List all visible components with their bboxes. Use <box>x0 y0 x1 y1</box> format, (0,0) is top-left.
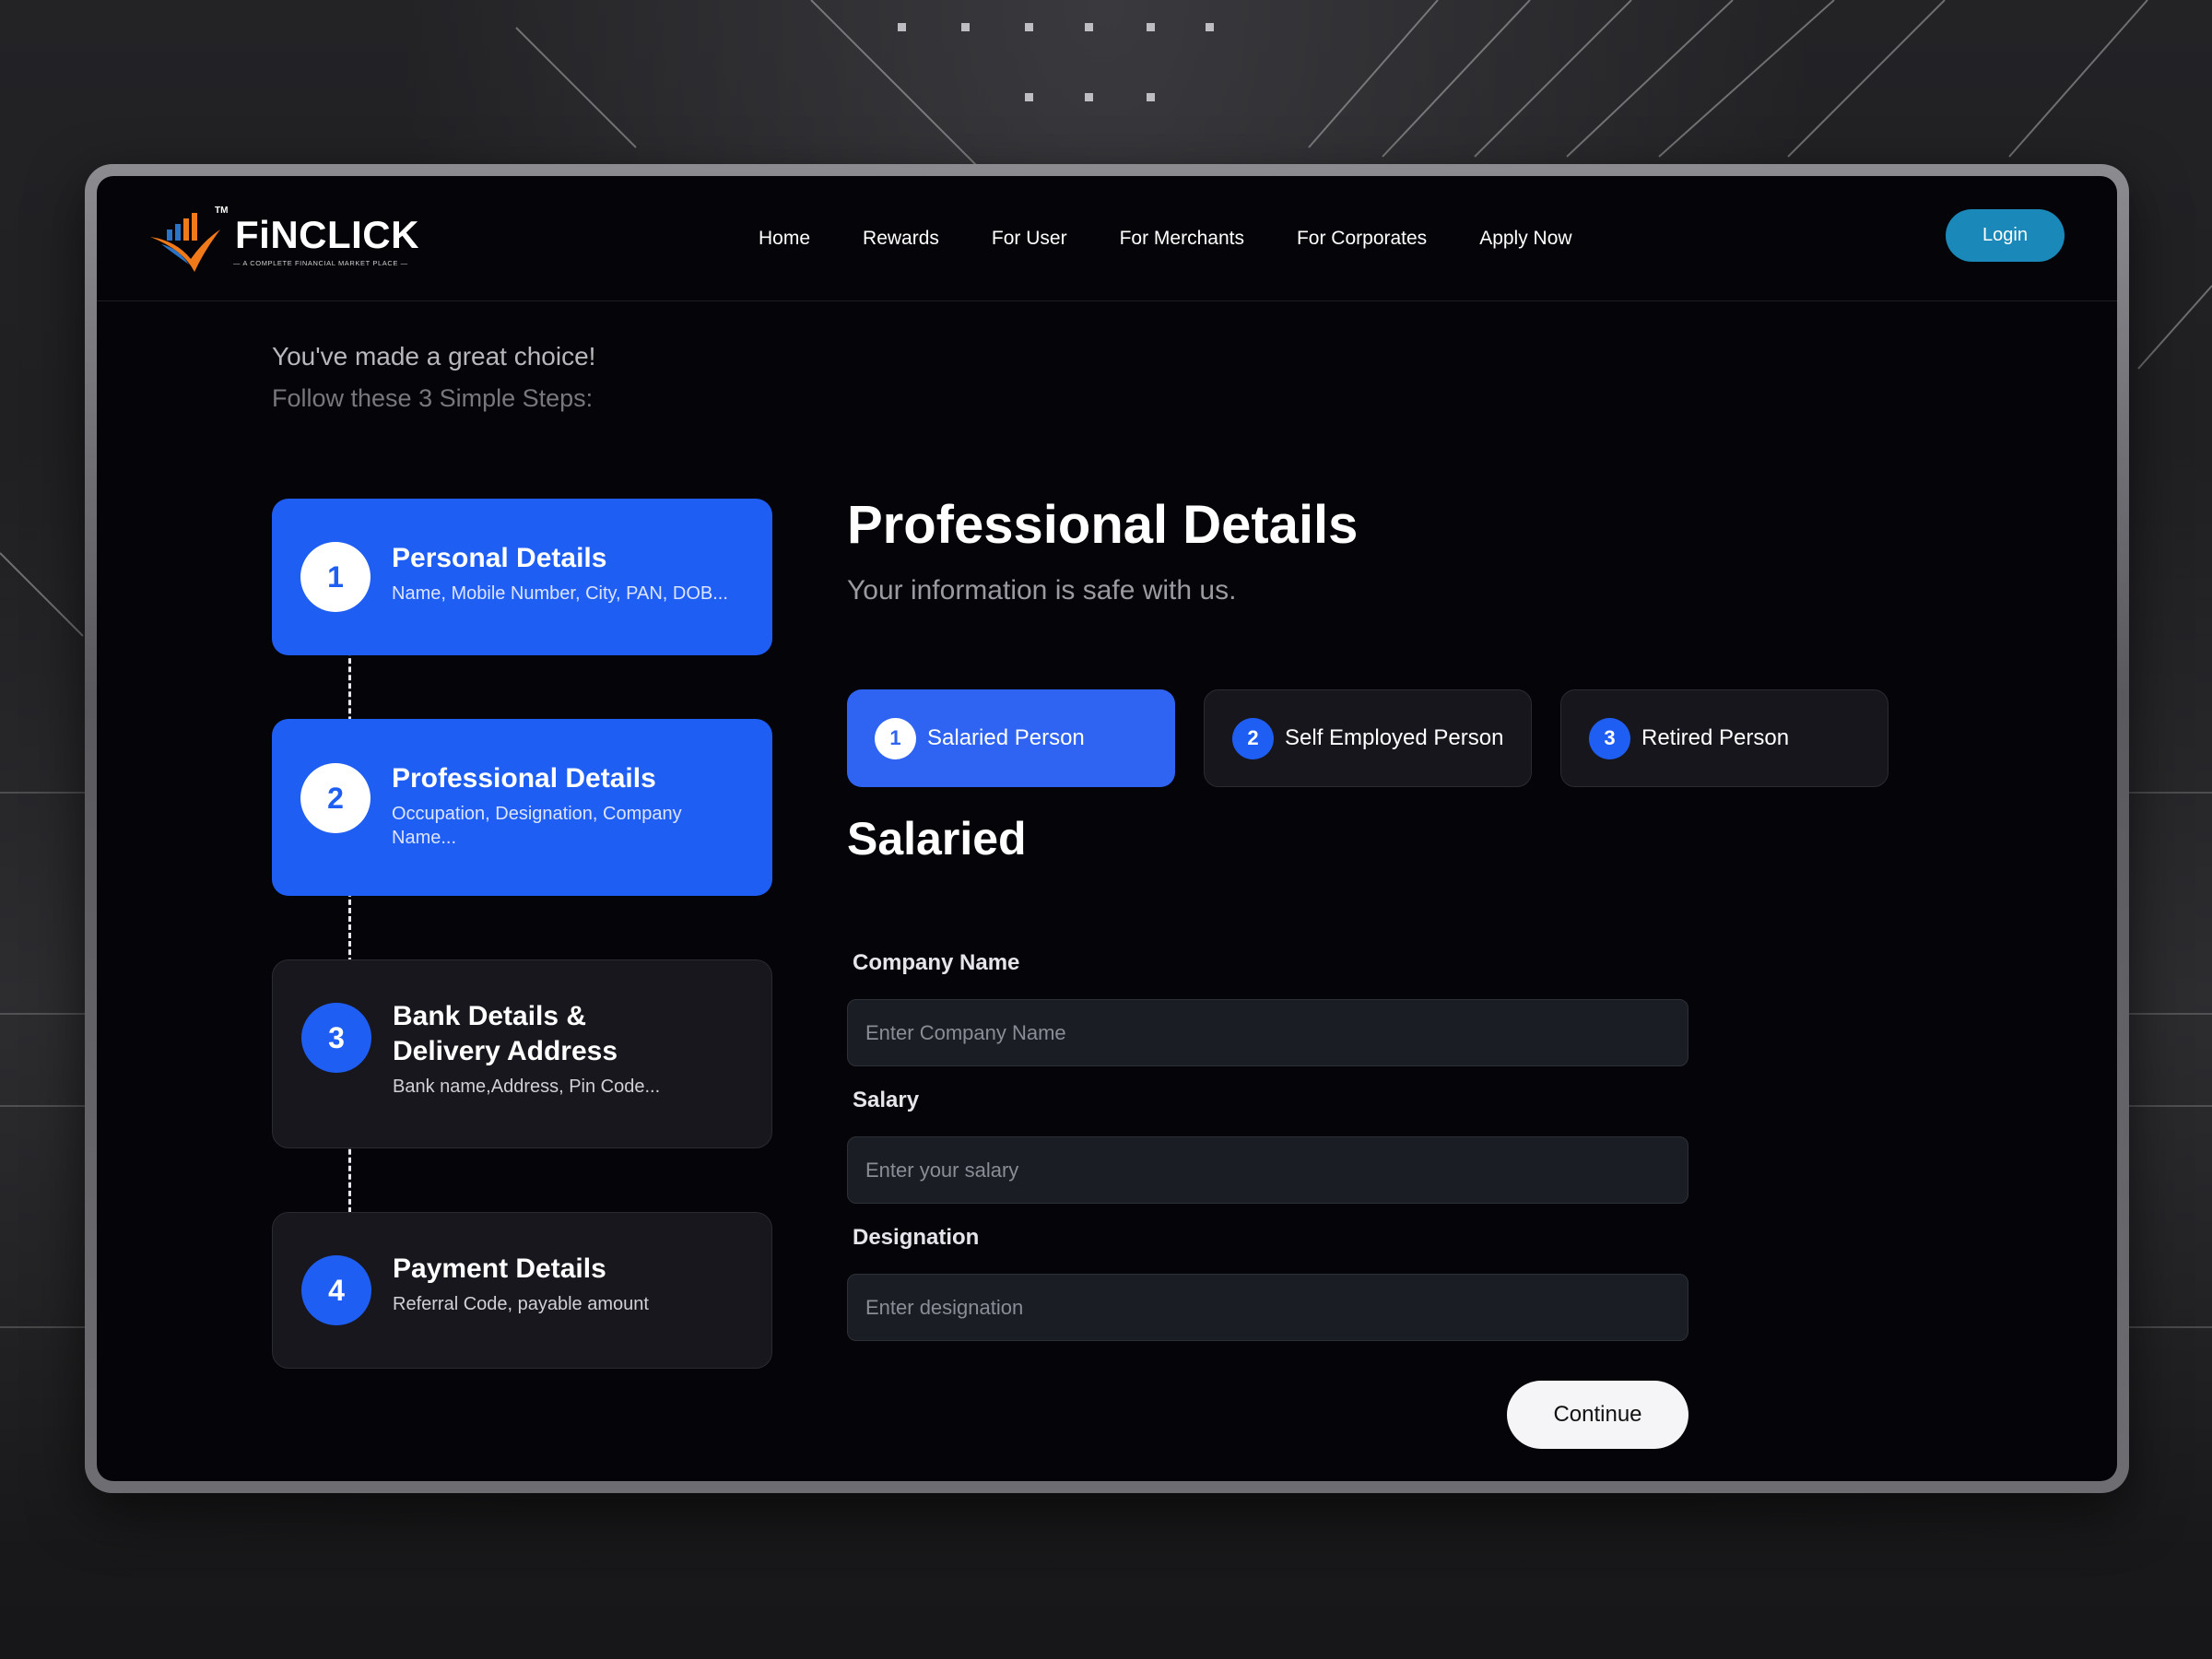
step-number-badge: 1 <box>300 542 371 612</box>
top-navbar: TM FiNCLICK — A COMPLETE FINANCIAL MARKE… <box>97 176 2117 301</box>
step-title: Payment Details <box>393 1253 606 1284</box>
intro-headline: You've made a great choice! <box>272 342 596 371</box>
stepper-timeline <box>348 600 351 1254</box>
tab-number-badge: 1 <box>875 717 916 759</box>
salary-input[interactable] <box>847 1136 1688 1204</box>
company-name-input[interactable] <box>847 999 1688 1066</box>
login-button[interactable]: Login <box>1946 209 2065 262</box>
designation-input[interactable] <box>847 1274 1688 1341</box>
continue-button[interactable]: Continue <box>1507 1381 1688 1449</box>
step-payment-details[interactable]: 4 Payment Details Referral Code, payable… <box>272 1212 772 1369</box>
tab-label: Salaried Person <box>927 725 1085 750</box>
step-description: Occupation, Designation, Company Name... <box>392 804 682 848</box>
salary-label: Salary <box>853 1088 920 1112</box>
logo-wordmark: FiNCLICK <box>235 213 419 256</box>
logo-trademark: TM <box>215 206 229 216</box>
step-title: Personal Details <box>392 543 607 573</box>
step-personal-details[interactable]: 1 Personal Details Name, Mobile Number, … <box>272 499 772 655</box>
step-number-badge: 3 <box>301 1003 371 1073</box>
step-description: Bank name,Address, Pin Code... <box>393 1077 661 1097</box>
tab-label: Self Employed Person <box>1285 725 1504 750</box>
step-professional-details[interactable]: 2 Professional Details Occupation, Desig… <box>272 719 772 896</box>
finclick-logo[interactable]: TM FiNCLICK — A COMPLETE FINANCIAL MARKE… <box>148 204 419 277</box>
app-window: TM FiNCLICK — A COMPLETE FINANCIAL MARKE… <box>97 176 2117 1481</box>
designation-label: Designation <box>853 1225 980 1250</box>
tab-label: Retired Person <box>1641 725 1790 750</box>
form-title: Professional Details <box>847 495 1359 555</box>
step-description: Referral Code, payable amount <box>393 1294 649 1314</box>
nav-home[interactable]: Home <box>759 228 810 250</box>
step-title: Professional Details <box>392 763 656 794</box>
nav-for-user[interactable]: For User <box>992 228 1067 250</box>
step-bank-details[interactable]: 3 Bank Details & Delivery Address Bank n… <box>272 959 772 1148</box>
step-number-badge: 2 <box>300 763 371 833</box>
tab-retired-person[interactable]: 3 Retired Person <box>1560 689 1888 787</box>
nav-rewards[interactable]: Rewards <box>863 228 939 250</box>
step-number-badge: 4 <box>301 1255 371 1325</box>
tab-number-badge: 2 <box>1232 717 1274 759</box>
company-name-label: Company Name <box>853 950 1020 975</box>
step-description: Name, Mobile Number, City, PAN, DOB... <box>392 583 728 604</box>
intro-subline: Follow these 3 Simple Steps: <box>272 384 594 412</box>
tab-salaried-person[interactable]: 1 Salaried Person <box>847 689 1175 787</box>
nav-for-merchants[interactable]: For Merchants <box>1120 228 1244 250</box>
step-title: Bank Details & Delivery Address <box>393 1001 618 1066</box>
nav-for-corporates[interactable]: For Corporates <box>1297 228 1427 250</box>
logo-tagline: — A COMPLETE FINANCIAL MARKET PLACE — <box>233 259 408 267</box>
tab-number-badge: 3 <box>1589 717 1630 759</box>
nav-links: Home Rewards For User For Merchants For … <box>759 176 1625 301</box>
section-title: Salaried <box>847 813 1027 865</box>
browser-frame: TM FiNCLICK — A COMPLETE FINANCIAL MARKE… <box>85 164 2129 1493</box>
nav-apply-now[interactable]: Apply Now <box>1479 228 1571 250</box>
tab-self-employed-person[interactable]: 2 Self Employed Person <box>1204 689 1532 787</box>
form-subtitle: Your information is safe with us. <box>847 575 1237 606</box>
